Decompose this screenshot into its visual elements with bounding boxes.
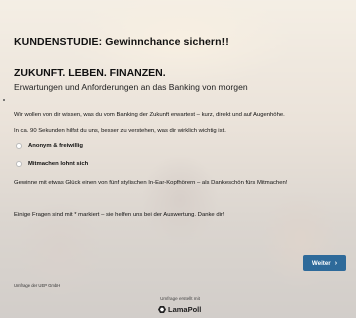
bullet-icon <box>16 161 22 167</box>
feature-item: Mitmachen lohnt sich <box>14 161 88 167</box>
chevron-right-icon: › <box>334 259 338 267</box>
required-note: Einige Fragen sind mit * markiert – sie … <box>14 212 225 218</box>
headline: ZUKUNFT. LEBEN. FINANZEN. <box>14 67 166 79</box>
survey-page: KUNDENSTUDIE: Gewinnchance sichern!! ZUK… <box>0 0 356 318</box>
lamapoll-icon <box>158 306 166 313</box>
duration-text: In ca. 90 Sekunden hilfst du uns, besser… <box>14 128 226 134</box>
feature-item: Anonym & freiwillig <box>14 143 83 149</box>
lamapoll-logo[interactable]: LamaPoll <box>158 305 201 314</box>
prize-text: Gewinne mit etwas Glück einen von fünf s… <box>14 180 288 186</box>
page-title: KUNDENSTUDIE: Gewinnchance sichern!! <box>14 36 229 48</box>
subline: Erwartungen und Anforderungen an das Ban… <box>14 82 248 92</box>
next-button-label: Weiter <box>311 259 331 267</box>
intro-text: Wir wollen von dir wissen, was du vom Ba… <box>14 112 285 118</box>
powered-by-text: Umfrage erstellt mit <box>160 296 200 301</box>
bullet-icon <box>16 143 22 149</box>
footer-company: Umfrage der UEP GmbH <box>14 283 61 288</box>
next-button[interactable]: Weiter › <box>303 255 346 271</box>
decorative-dot <box>3 99 5 101</box>
brand-name: LamaPoll <box>168 305 202 314</box>
feature-label: Mitmachen lohnt sich <box>28 161 89 167</box>
feature-label: Anonym & freiwillig <box>28 143 83 149</box>
